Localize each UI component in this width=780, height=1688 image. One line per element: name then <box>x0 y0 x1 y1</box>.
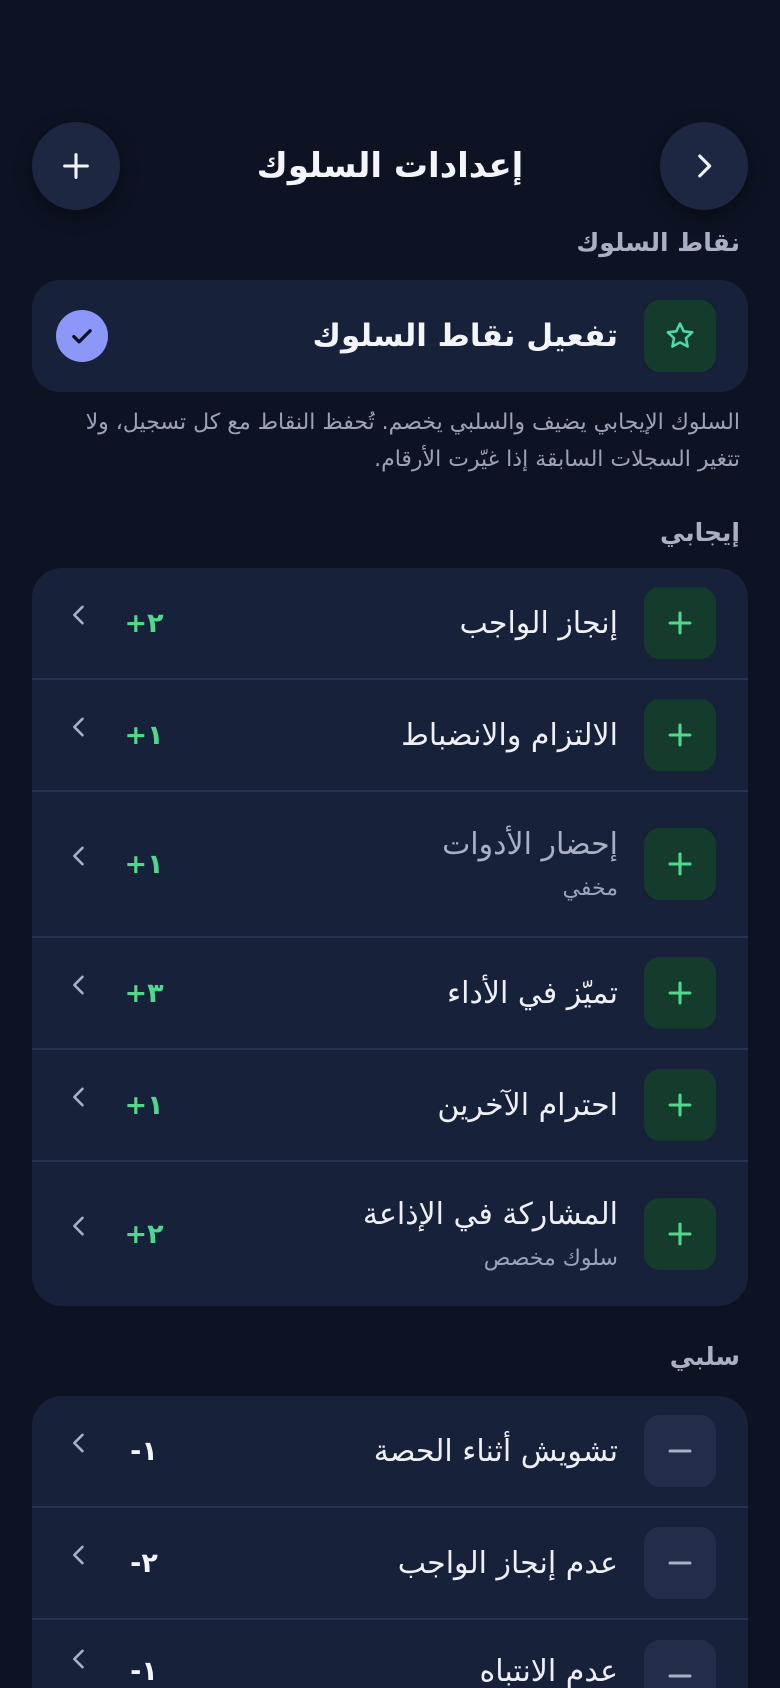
add-points-icon-box <box>644 828 716 900</box>
subtract-points-icon-box <box>644 1415 716 1487</box>
custom-badge: سلوك مخصص <box>483 1246 618 1271</box>
row-text: إحضار الأدوات مخفي <box>184 827 618 901</box>
behavior-title: إنجاز الواجب <box>459 605 618 641</box>
list-item[interactable]: تميّز في الأداء ٣+ <box>32 938 748 1050</box>
plus-icon <box>668 852 692 876</box>
plus-icon <box>668 1093 692 1117</box>
add-points-icon-box <box>644 1069 716 1141</box>
header: إعدادات السلوك <box>32 122 748 210</box>
hidden-badge: مخفي <box>562 876 618 901</box>
points-value: ١- <box>130 1656 158 1687</box>
add-behavior-button[interactable] <box>32 122 120 210</box>
points-description: السلوك الإيجابي يضيف والسلبي يخصم. تُحفظ… <box>50 404 740 478</box>
row-text: المشاركة في الإذاعة سلوك مخصص <box>184 1197 618 1271</box>
row-text: إنجاز الواجب <box>184 606 618 641</box>
enable-points-label: تفعيل نقاط السلوك <box>312 318 618 354</box>
behavior-title: تشويش أثناء الحصة <box>373 1433 618 1469</box>
chevron-left-icon <box>64 970 94 1000</box>
behavior-settings-page: إعدادات السلوك نقاط السلوك تفعيل نقاط ال… <box>0 0 780 1688</box>
row-text: تشويش أثناء الحصة <box>184 1434 618 1469</box>
list-item[interactable]: عدم الانتباه ١- <box>32 1620 748 1688</box>
subtract-points-icon-box <box>644 1527 716 1599</box>
list-item[interactable]: احترام الآخرين ١+ <box>32 1050 748 1162</box>
behavior-title: عدم الانتباه <box>479 1654 618 1688</box>
enable-points-toggle[interactable]: تفعيل نقاط السلوك <box>32 280 748 392</box>
add-points-icon-box <box>644 957 716 1029</box>
minus-icon <box>668 1674 692 1678</box>
add-points-icon-box <box>644 1198 716 1270</box>
chevron-left-icon <box>64 712 94 742</box>
chevron-left-icon <box>64 1428 94 1458</box>
positive-behaviors-list: إنجاز الواجب ٢+ الالتزام والانضباط ١+ إح… <box>32 568 748 1306</box>
plus-icon <box>668 981 692 1005</box>
plus-icon <box>668 1222 692 1246</box>
plus-icon <box>668 723 692 747</box>
chevron-left-icon <box>64 1082 94 1112</box>
points-value: ٣+ <box>124 977 164 1009</box>
negative-section-label: سلبي <box>669 1342 740 1371</box>
points-value: ٢- <box>130 1547 158 1579</box>
row-text: عدم الانتباه <box>184 1640 618 1688</box>
chevron-left-icon <box>64 841 94 871</box>
chevron-left-icon <box>64 1540 94 1570</box>
chevron-left-icon <box>64 600 94 630</box>
behavior-title: عدم إنجاز الواجب <box>397 1545 618 1581</box>
row-text: احترام الآخرين <box>184 1088 618 1123</box>
star-icon-box <box>644 300 716 372</box>
back-button[interactable] <box>660 122 748 210</box>
add-points-icon-box <box>644 587 716 659</box>
points-value: ٢+ <box>124 1218 164 1250</box>
chevron-left-icon <box>64 1644 94 1674</box>
row-text: عدم إنجاز الواجب <box>184 1546 618 1581</box>
checkbox-checked[interactable] <box>56 310 108 362</box>
description-line: تتغير السجلات السابقة إذا غيّرت الأرقام. <box>374 447 740 472</box>
subtract-points-icon-box <box>644 1640 716 1688</box>
minus-icon <box>668 1449 692 1453</box>
negative-behaviors-list: تشويش أثناء الحصة ١- عدم إنجاز الواجب ٢- <box>32 1396 748 1688</box>
points-value: ١- <box>130 1435 158 1467</box>
positive-section-label: إيجابي <box>659 518 740 547</box>
chevron-right-icon <box>698 154 712 178</box>
points-section-label: نقاط السلوك <box>576 228 740 257</box>
points-value: ١+ <box>124 1089 164 1121</box>
add-points-icon-box <box>644 699 716 771</box>
behavior-title: المشاركة في الإذاعة <box>362 1197 618 1232</box>
behavior-title: الالتزام والانضباط <box>401 717 618 753</box>
plus-icon <box>668 611 692 635</box>
page-title: إعدادات السلوك <box>256 146 524 186</box>
points-value: ١+ <box>124 848 164 880</box>
description-line: السلوك الإيجابي يضيف والسلبي يخصم. تُحفظ… <box>85 410 740 435</box>
minus-icon <box>668 1561 692 1565</box>
points-value: ١+ <box>124 719 164 751</box>
list-item[interactable]: عدم إنجاز الواجب ٢- <box>32 1508 748 1620</box>
star-icon <box>666 322 694 348</box>
list-item[interactable]: تشويش أثناء الحصة ١- <box>32 1396 748 1508</box>
behavior-title: تميّز في الأداء <box>447 975 618 1011</box>
plus-icon <box>63 153 89 179</box>
check-icon <box>72 329 92 344</box>
points-value: ٢+ <box>124 607 164 639</box>
list-item[interactable]: الالتزام والانضباط ١+ <box>32 680 748 792</box>
behavior-title: احترام الآخرين <box>437 1087 618 1123</box>
row-text: تميّز في الأداء <box>184 976 618 1011</box>
chevron-left-icon <box>64 1211 94 1241</box>
behavior-title: إحضار الأدوات <box>442 827 618 862</box>
list-item[interactable]: إنجاز الواجب ٢+ <box>32 568 748 680</box>
row-text: الالتزام والانضباط <box>184 718 618 753</box>
list-item[interactable]: المشاركة في الإذاعة سلوك مخصص ٢+ <box>32 1162 748 1306</box>
list-item[interactable]: إحضار الأدوات مخفي ١+ <box>32 792 748 938</box>
